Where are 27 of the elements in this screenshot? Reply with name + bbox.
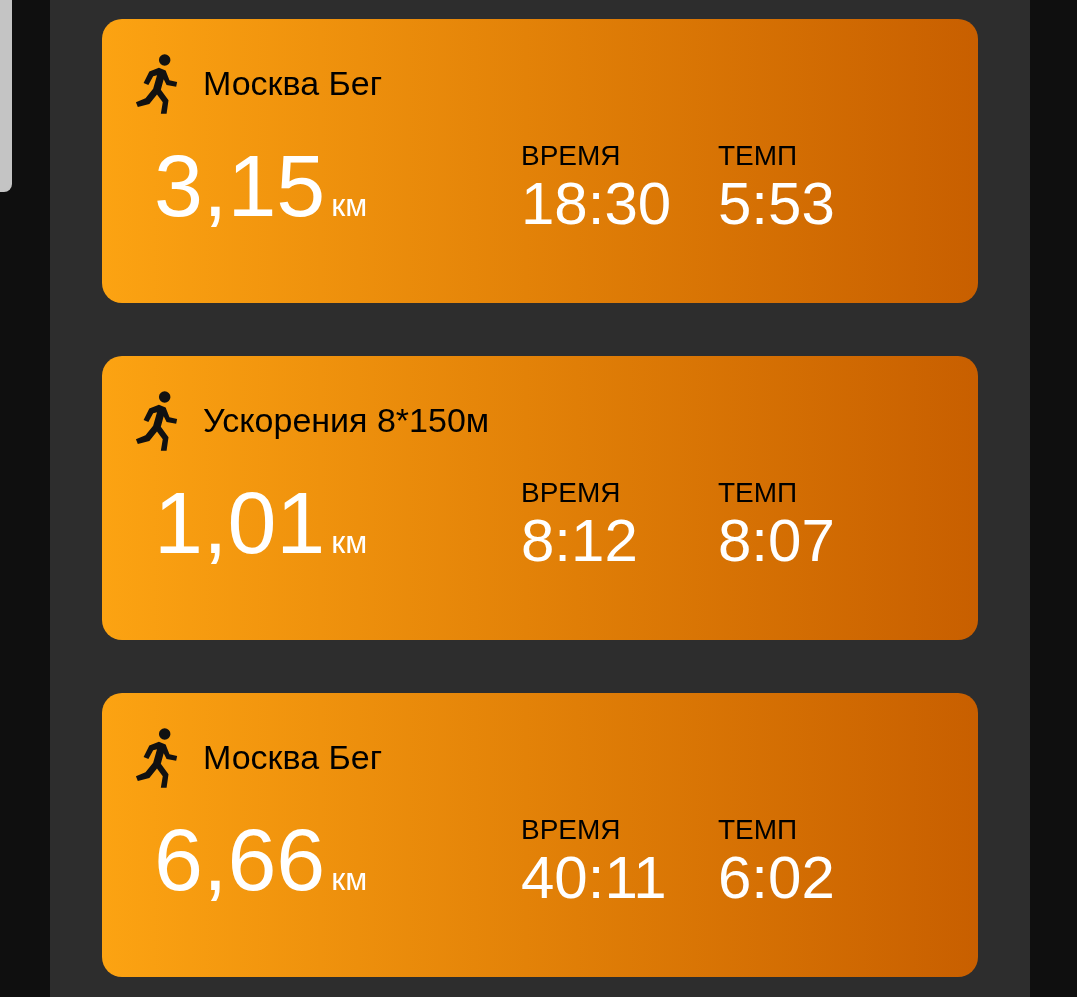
distance-unit: км [331,526,368,558]
runner-icon [134,52,180,114]
stat-value: 5:53 [718,174,836,234]
activity-title: Москва Бег [203,740,383,774]
runner-icon [134,726,180,788]
runner-icon [134,389,180,451]
stat-value: 40:11 [521,848,668,908]
distance-value: 6,66 [154,816,326,904]
stat-label: ВРЕМЯ [521,479,622,507]
activity-card[interactable]: Ускорения 8*150м 1,01 км ВРЕМЯ 8:12 ТЕМП 8:07 [102,356,978,640]
stat-label: ВРЕМЯ [521,816,622,844]
activity-card[interactable]: Москва Бег 3,15 км ВРЕМЯ 18:30 ТЕМП 5:53 [102,19,978,303]
stat-label: ТЕМП [718,142,799,170]
stat-value: 8:12 [521,511,639,571]
stat-value: 18:30 [521,174,673,234]
stat-label: ТЕМП [718,816,799,844]
stat-value: 6:02 [718,848,836,908]
activity-card[interactable]: Москва Бег 6,66 км ВРЕМЯ 40:11 ТЕМП 6:02 [102,693,978,977]
stat-label: ВРЕМЯ [521,142,622,170]
stat-value: 8:07 [718,511,836,571]
distance-unit: км [331,863,368,895]
stat-label: ТЕМП [718,479,799,507]
activity-title: Ускорения 8*150м [203,403,490,437]
distance-value: 1,01 [154,479,326,567]
distance-value: 3,15 [154,142,326,230]
activity-title: Москва Бег [203,66,383,100]
distance-unit: км [331,189,368,221]
